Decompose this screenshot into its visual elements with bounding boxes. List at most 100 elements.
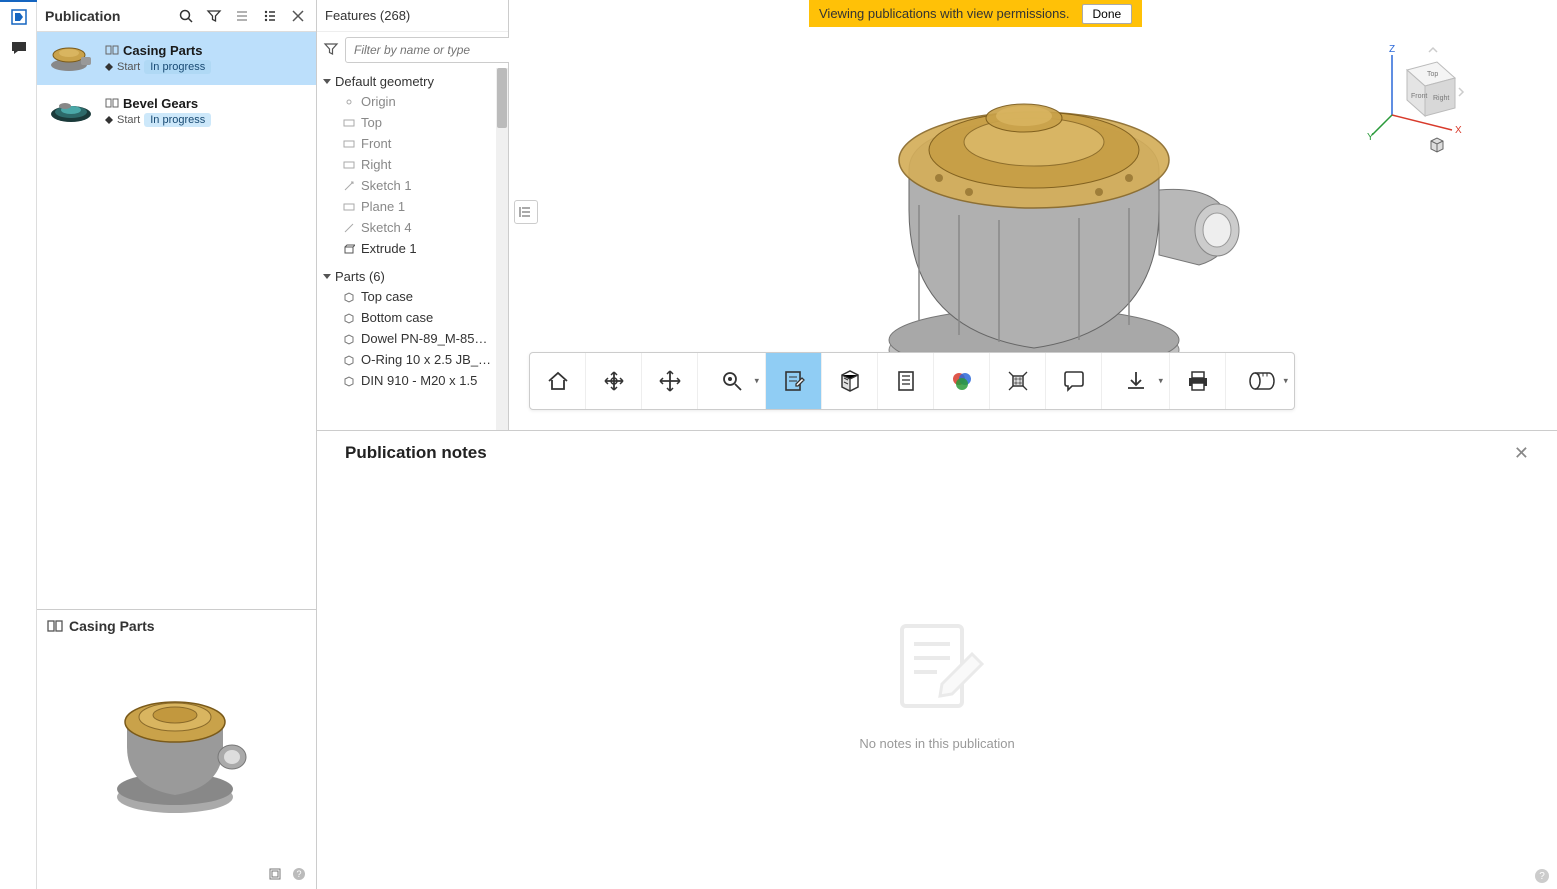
sketch-icon: [343, 222, 355, 234]
comments-tab-icon[interactable]: [0, 32, 37, 64]
diamond-icon: [105, 116, 113, 124]
plane-icon: [343, 201, 355, 213]
features-tree[interactable]: Default geometry Origin Top Front Right …: [317, 68, 508, 430]
filter-icon[interactable]: [323, 41, 339, 60]
extrude-icon: [343, 243, 355, 255]
publication-preview-footer: ?: [268, 867, 310, 885]
feature-group-parts[interactable]: Parts (6): [317, 267, 508, 286]
publication-preview-header: Casing Parts: [37, 610, 316, 642]
notes-empty-text: No notes in this publication: [859, 736, 1014, 751]
empty-notes-icon: [882, 614, 992, 724]
publication-panel-title: Publication: [43, 8, 170, 24]
filter-icon[interactable]: [202, 4, 226, 28]
publication-preview-canvas: [37, 642, 316, 852]
search-icon[interactable]: [174, 4, 198, 28]
publication-thumbnail: [45, 91, 97, 131]
axis-x-label: X: [1455, 125, 1462, 136]
viewport-toolbar: ▾ ▾ ▾: [529, 352, 1295, 410]
feature-plane-1[interactable]: Plane 1: [317, 196, 508, 217]
chevron-down-icon: ▾: [1283, 376, 1288, 387]
publication-item-casing-parts[interactable]: Casing Parts Start In progress: [37, 32, 316, 85]
plane-icon: [343, 138, 355, 150]
part-din910[interactable]: DIN 910 - M20 x 1.5: [317, 370, 508, 391]
features-filter-row: [317, 32, 508, 68]
notes-panel-header: Publication notes ✕: [317, 431, 1557, 475]
publication-tab-icon[interactable]: [0, 0, 37, 32]
axis-z-label: Z: [1389, 44, 1395, 55]
part-icon: [343, 291, 355, 303]
cube-right-label: Right: [1433, 95, 1449, 102]
cube-top-label: Top: [1427, 71, 1438, 78]
notes-button[interactable]: [766, 353, 822, 409]
permissions-banner: Viewing publications with view permissio…: [809, 0, 1142, 27]
print-button[interactable]: [1170, 353, 1226, 409]
part-dowel[interactable]: Dowel PN-89_M-85…: [317, 328, 508, 349]
part-studio-icon: [105, 43, 119, 57]
part-oring[interactable]: O-Ring 10 x 2.5 JB_…: [317, 349, 508, 370]
expand-preview-icon[interactable]: [268, 867, 286, 885]
measure-button[interactable]: ▾: [1226, 353, 1294, 409]
banner-done-button[interactable]: Done: [1082, 4, 1133, 24]
features-filter-input[interactable]: [345, 37, 520, 63]
publication-thumbnail: [45, 38, 97, 78]
help-preview-icon[interactable]: ?: [292, 867, 310, 885]
feature-group-default-geometry[interactable]: Default geometry: [317, 72, 508, 91]
part-bottom-case[interactable]: Bottom case: [317, 307, 508, 328]
display-mode-icon[interactable]: [1427, 135, 1447, 155]
part-studio-icon: [47, 618, 63, 634]
feature-group-label: Parts (6): [335, 269, 385, 284]
publication-item-bevel-gears[interactable]: Bevel Gears Start In progress: [37, 85, 316, 138]
feature-right-plane[interactable]: Right: [317, 154, 508, 175]
svg-text:?: ?: [296, 869, 301, 879]
notes-panel-body: No notes in this publication: [317, 475, 1557, 889]
properties-button[interactable]: [878, 353, 934, 409]
zoom-button[interactable]: ▾: [698, 353, 766, 409]
help-icon[interactable]: ?: [1535, 869, 1549, 883]
part-icon: [343, 312, 355, 324]
banner-message: Viewing publications with view permissio…: [819, 6, 1070, 21]
orbit-button[interactable]: [586, 353, 642, 409]
publication-status-badge: In progress: [144, 113, 211, 127]
close-icon[interactable]: ✕: [1514, 443, 1529, 464]
publication-panel-header: Publication: [37, 0, 316, 32]
feature-origin[interactable]: Origin: [317, 91, 508, 112]
features-panel-title: Features (268): [317, 0, 508, 32]
download-button[interactable]: ▾: [1102, 353, 1170, 409]
list-tree-icon[interactable]: [258, 4, 282, 28]
chevron-down-icon: ▾: [754, 376, 759, 387]
exploded-view-button[interactable]: [990, 353, 1046, 409]
publication-status-badge: In progress: [144, 60, 211, 74]
feature-extrude-1[interactable]: Extrude 1: [317, 238, 508, 259]
feature-top-plane[interactable]: Top: [317, 112, 508, 133]
plane-icon: [343, 117, 355, 129]
origin-icon: [343, 96, 355, 108]
feature-sketch-4[interactable]: Sketch 4: [317, 217, 508, 238]
publication-stage: Start: [117, 61, 140, 73]
comment-button[interactable]: [1046, 353, 1102, 409]
publication-name: Bevel Gears: [123, 96, 198, 111]
features-scrollbar[interactable]: [496, 68, 508, 430]
feature-group-label: Default geometry: [335, 74, 434, 89]
part-top-case[interactable]: Top case: [317, 286, 508, 307]
scrollbar-thumb[interactable]: [497, 68, 507, 128]
panel-toggle-button[interactable]: [514, 200, 538, 224]
axis-y-label: Y: [1367, 132, 1374, 140]
home-button[interactable]: [530, 353, 586, 409]
feature-sketch-1[interactable]: Sketch 1: [317, 175, 508, 196]
viewport-3d[interactable]: Viewing publications with view permissio…: [509, 0, 1557, 430]
feature-front-plane[interactable]: Front: [317, 133, 508, 154]
close-icon[interactable]: [286, 4, 310, 28]
notes-panel: Publication notes ✕ No notes in this pub…: [317, 430, 1557, 889]
appearance-button[interactable]: [934, 353, 990, 409]
list-flat-icon[interactable]: [230, 4, 254, 28]
pan-button[interactable]: [642, 353, 698, 409]
publication-meta: Bevel Gears Start In progress: [97, 96, 308, 127]
publication-preview-title: Casing Parts: [69, 618, 155, 634]
view-cube[interactable]: Z X Y Top Front Right: [1367, 40, 1467, 140]
part-studio-icon: [105, 96, 119, 110]
chevron-down-icon: [323, 79, 331, 84]
part-icon: [343, 375, 355, 387]
publication-panel: Publication Casing Parts Start In progre…: [37, 0, 317, 889]
part-icon: [343, 333, 355, 345]
section-view-button[interactable]: [822, 353, 878, 409]
